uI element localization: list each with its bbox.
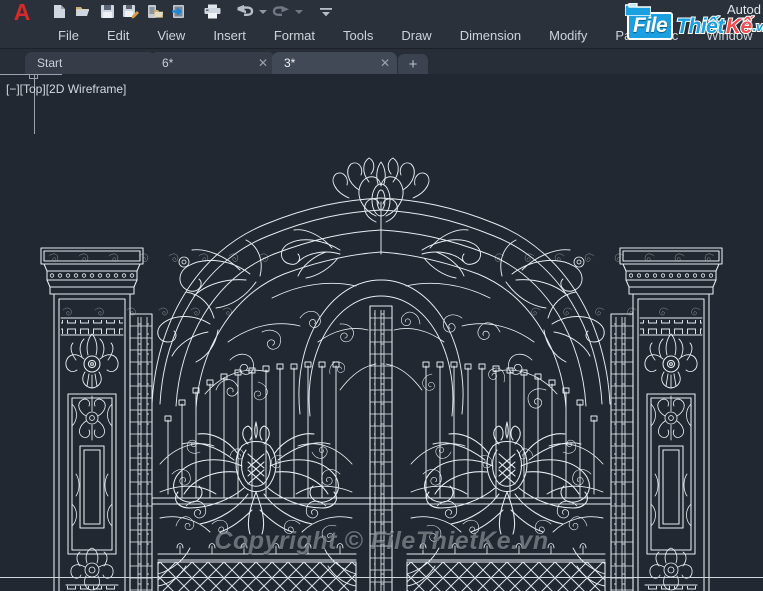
tab-close-icon[interactable]: ✕ — [375, 52, 395, 74]
tab-close-icon[interactable]: ✕ — [253, 52, 273, 74]
svg-text:A: A — [14, 1, 31, 23]
menu-item-modify[interactable]: Modify — [535, 23, 601, 49]
menu-item-dimension[interactable]: Dimension — [446, 23, 535, 49]
quick-access-toolbar: A — [0, 0, 763, 23]
save-icon[interactable] — [96, 1, 118, 22]
plot-icon[interactable] — [201, 1, 223, 22]
left-gate-jamb — [129, 313, 153, 591]
right-gate-leaf-ornament — [406, 421, 606, 591]
menu-item-tools[interactable]: Tools — [329, 23, 387, 49]
left-pillar — [40, 247, 269, 591]
autocad-logo[interactable]: A — [0, 0, 44, 23]
new-tab-button[interactable]: + — [398, 54, 428, 74]
menu-item-draw[interactable]: Draw — [387, 23, 445, 49]
gate-drawing — [40, 157, 723, 591]
viewport-label[interactable]: [−][Top][2D Wireframe] — [6, 82, 126, 96]
left-gate-leaf-ornament — [157, 421, 357, 591]
center-stile — [369, 305, 393, 591]
menu-item-file[interactable]: File — [44, 23, 93, 49]
menu-item-insert[interactable]: Insert — [199, 23, 260, 49]
tab-6[interactable]: 6* ✕ — [150, 52, 275, 74]
document-tab-bar: Start 6* ✕ 3* ✕ + — [0, 49, 763, 74]
tab-label: Start — [37, 56, 63, 70]
tab-label: 3* — [284, 56, 296, 70]
menu-bar: File Edit View Insert Format Tools Draw … — [0, 23, 763, 49]
menu-item-edit[interactable]: Edit — [93, 23, 143, 49]
customize-icon[interactable] — [315, 1, 337, 22]
right-pillar — [494, 247, 723, 591]
redo-icon[interactable] — [270, 1, 292, 22]
undo-dropdown-icon[interactable] — [258, 1, 268, 22]
ground-line — [0, 577, 763, 578]
menu-item-format[interactable]: Format — [260, 23, 329, 49]
window-title: Autod — [727, 2, 761, 17]
open-file-icon[interactable] — [72, 1, 94, 22]
new-file-icon[interactable] — [48, 1, 70, 22]
tab-3[interactable]: 3* ✕ — [272, 52, 397, 74]
tab-start[interactable]: Start — [25, 52, 155, 74]
autocad-window: A File Edit View Insert Format Tools Dra… — [0, 0, 763, 591]
undo-icon[interactable] — [234, 1, 256, 22]
menu-item-window[interactable]: Window — [692, 23, 763, 49]
right-gate-jamb — [610, 313, 634, 591]
menu-item-view[interactable]: View — [143, 23, 199, 49]
export-icon[interactable] — [168, 1, 190, 22]
menu-item-parametric[interactable]: Parametric — [601, 23, 692, 49]
quick-access-icon-group — [48, 1, 337, 22]
save-as-icon[interactable] — [120, 1, 142, 22]
open-sheet-set-icon[interactable] — [144, 1, 166, 22]
drawing-canvas[interactable]: [−][Top][2D Wireframe] Copyright © FileT… — [0, 74, 763, 591]
redo-dropdown-icon[interactable] — [294, 1, 304, 22]
tab-label: 6* — [162, 56, 174, 70]
